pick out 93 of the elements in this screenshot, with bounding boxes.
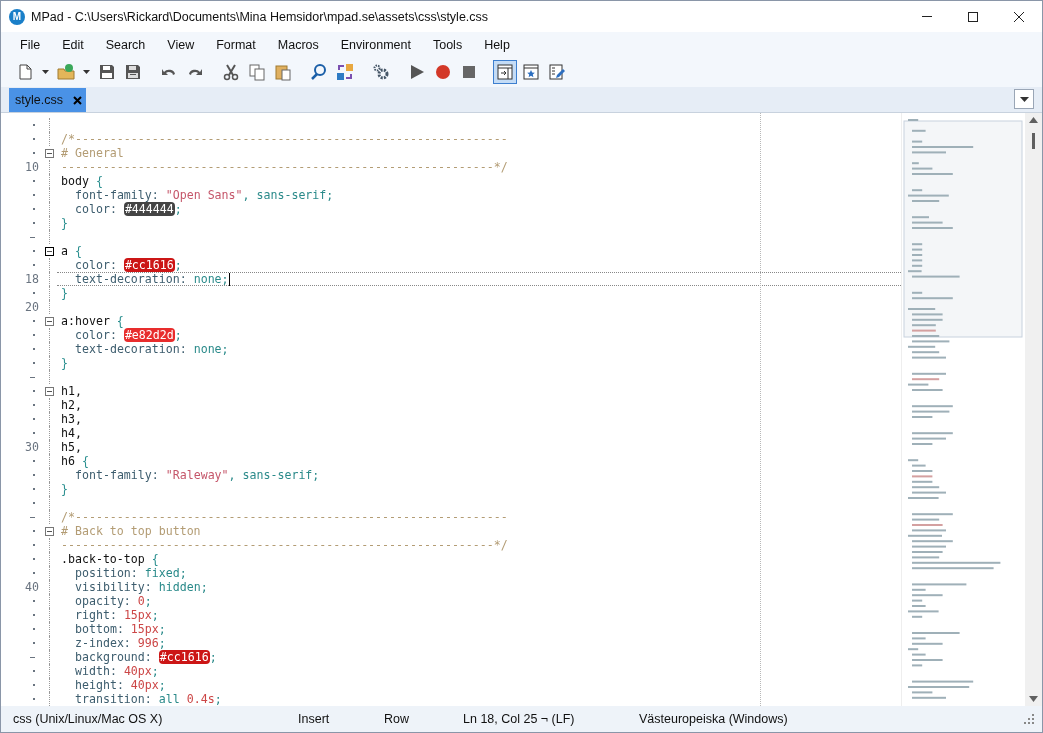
maximize-icon <box>968 11 978 22</box>
code-line: h2, <box>61 398 82 412</box>
caret-icon <box>1019 96 1029 102</box>
code-line: opacity: 0; <box>75 594 152 608</box>
code-line: transition: all 0.4s; <box>75 692 222 706</box>
toolbar-button[interactable] <box>493 60 517 84</box>
line-number: 20 <box>25 300 39 314</box>
minimize-icon <box>922 16 932 17</box>
collapse-toggle[interactable] <box>44 386 54 396</box>
code-line: visibility: hidden; <box>75 580 208 594</box>
collapse-toggle[interactable] <box>44 246 54 256</box>
dropdown-button[interactable] <box>80 67 93 77</box>
code-line: h1, <box>61 384 82 398</box>
stop-icon <box>460 63 478 81</box>
code-line: z-index: 996; <box>75 636 166 650</box>
code-line: # General <box>61 146 124 160</box>
play-icon <box>408 63 426 81</box>
code-line: } <box>61 286 68 300</box>
code-line: text-decoration: none; <box>75 342 229 356</box>
code-line: # Back to top button <box>61 524 201 538</box>
code-line: h6 { <box>61 454 89 468</box>
copy-icon <box>248 63 266 81</box>
document-icon <box>16 63 34 81</box>
caret-icon <box>42 70 49 74</box>
selection-mode-label: Row <box>384 712 409 726</box>
scroll-down-icon[interactable] <box>1029 696 1038 702</box>
menu-item[interactable]: Format <box>205 34 267 55</box>
menu-item[interactable]: Tools <box>421 34 474 55</box>
collapse-toggle[interactable] <box>44 148 54 158</box>
clipboard-icon <box>274 63 292 81</box>
insert-mode-label: Insert <box>298 712 330 726</box>
menu-item[interactable]: Macros <box>266 34 330 55</box>
caret-icon <box>83 70 90 74</box>
line-number: 18 <box>25 272 39 286</box>
code-line: h3, <box>61 412 82 426</box>
menu-item[interactable]: View <box>156 34 206 55</box>
scroll-up-icon[interactable] <box>1029 117 1038 123</box>
menu-item[interactable]: Search <box>94 34 157 55</box>
code-line: h5, <box>61 440 82 454</box>
collapse-toggle[interactable] <box>44 316 54 326</box>
code-line: right: 15px; <box>75 608 159 622</box>
menu-item[interactable]: File <box>9 34 52 55</box>
dropdown-button[interactable] <box>39 67 52 77</box>
code-line: height: 40px; <box>75 678 166 692</box>
code-line: --------------------------------------------------------------*/ <box>61 160 508 174</box>
app-logo: M <box>9 8 25 25</box>
window-title: MPad - C:\Users\Rickard\Documents\Mina Hemsidor\mpad.se\assets\css\style.css <box>31 9 490 24</box>
tab-list-button[interactable] <box>1014 89 1034 109</box>
encoding-label: Västeuropeiska (Windows) <box>639 712 788 726</box>
code-line: background: #cc1616; <box>75 650 217 664</box>
cursor-position-label: Ln 18, Col 25 ¬ (LF) <box>463 712 575 726</box>
line-number: 10 <box>25 160 39 174</box>
code-line: a:hover { <box>61 314 124 328</box>
line-number: 30 <box>25 440 39 454</box>
code-line: } <box>61 482 68 496</box>
code-line: text-decoration: none; <box>75 272 229 286</box>
code-line: font-family: "Raleway", sans-serif; <box>75 468 320 482</box>
code-line: a { <box>61 244 82 258</box>
code-line: width: 40px; <box>75 664 159 678</box>
code-line: h4, <box>61 426 82 440</box>
code-line: /*-------------------------------------------------------------- <box>61 132 508 146</box>
record-icon <box>434 63 452 81</box>
folder-icon <box>57 63 75 81</box>
menu-item[interactable]: Edit <box>51 34 95 55</box>
line-number: 40 <box>25 580 39 594</box>
menu-item[interactable]: Help <box>473 34 521 55</box>
code-line: .back-to-top { <box>61 552 159 566</box>
floppy-disks-icon <box>124 63 142 81</box>
code-line: } <box>61 356 68 370</box>
code-line: /*-------------------------------------------------------------- <box>61 510 508 524</box>
menu-item[interactable]: Environment <box>329 34 422 55</box>
file-tab[interactable]: style.css <box>9 88 86 112</box>
gears-icon <box>372 63 390 81</box>
swap-arrows-icon <box>336 63 354 81</box>
code-line: } <box>61 216 68 230</box>
code-line: color: #cc1616; <box>75 258 182 272</box>
scissors-icon <box>222 63 240 81</box>
code-line: --------------------------------------------------------------*/ <box>61 538 508 552</box>
close-icon <box>1014 11 1024 22</box>
syntax-mode-label: css (Unix/Linux/Mac OS X) <box>13 712 163 726</box>
code-line: position: fixed; <box>75 566 187 580</box>
search-icon <box>310 63 328 81</box>
close-icon[interactable] <box>72 95 82 105</box>
code-line: bottom: 15px; <box>75 622 166 636</box>
text-cursor <box>228 272 230 286</box>
scrollbar[interactable] <box>1025 113 1042 706</box>
code-line: font-family: "Open Sans", sans-serif; <box>75 188 334 202</box>
code-line: color: #e82d2d; <box>75 328 182 342</box>
panel-pencil-icon <box>548 63 566 81</box>
code-line: body { <box>61 174 103 188</box>
collapse-toggle[interactable] <box>44 526 54 536</box>
resize-grip-icon[interactable] <box>1024 714 1034 724</box>
code-line: color: #444444; <box>75 202 182 216</box>
